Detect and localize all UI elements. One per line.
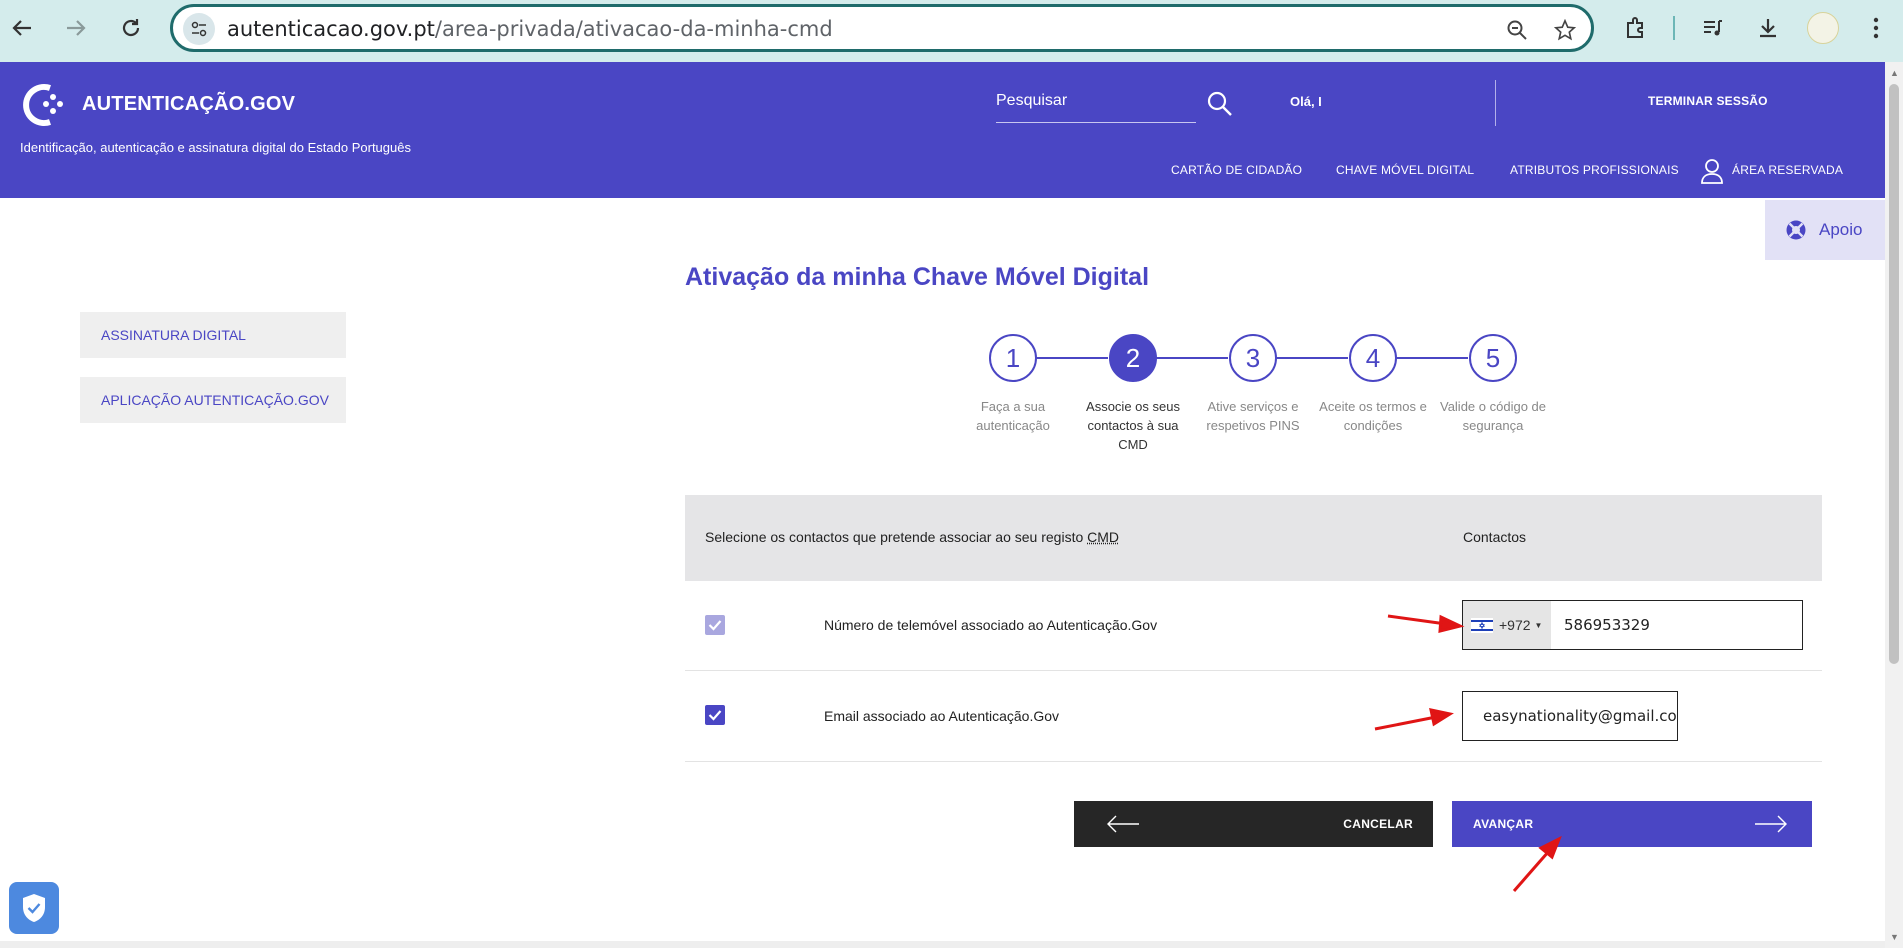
annotation-arrows	[1374, 614, 1562, 892]
annotation-arrow-phone	[1387, 614, 1465, 633]
annotation-arrow-next	[1512, 835, 1562, 892]
shield-check-icon	[23, 894, 45, 922]
bottom-strip	[0, 941, 1885, 948]
annotation-arrow-email	[1374, 708, 1454, 731]
security-extension-badge[interactable]	[9, 882, 59, 934]
